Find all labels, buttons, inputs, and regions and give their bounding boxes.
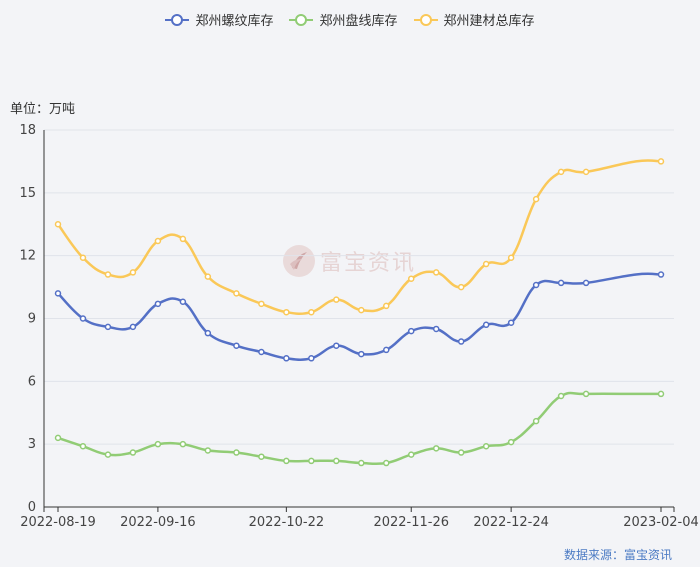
y-tick-label: 0 <box>28 500 36 515</box>
series-2-point <box>507 254 515 262</box>
series-2-point <box>104 271 112 278</box>
series-0-point <box>557 279 565 287</box>
series-2-point <box>407 275 415 282</box>
series-0-point <box>407 327 415 335</box>
series-0-point <box>204 329 212 337</box>
series-0-point <box>258 348 265 356</box>
series-0-point <box>79 315 87 322</box>
series-1-point <box>54 434 62 442</box>
series-1-point <box>407 451 415 458</box>
series-1-point <box>258 453 265 460</box>
series-1-point <box>179 440 187 448</box>
series-2-point <box>482 260 490 268</box>
series-line-1 <box>57 391 661 466</box>
series-1-point <box>308 457 315 465</box>
series-0-point <box>54 290 62 297</box>
series-0-point <box>657 271 665 278</box>
y-tick-label: 3 <box>28 437 36 452</box>
series-1-point <box>582 390 590 398</box>
series-0-point <box>383 346 390 354</box>
series-2-point <box>258 300 265 308</box>
series-1-point <box>532 417 540 425</box>
series-0-point <box>507 319 515 326</box>
series-2-point <box>333 296 340 303</box>
series-2-point <box>154 237 162 245</box>
series-1-point <box>358 459 365 467</box>
series-0-point <box>179 298 187 305</box>
series-1-point <box>383 459 390 467</box>
series-1-point <box>154 440 162 448</box>
series-2-point <box>204 273 212 280</box>
series-2-point <box>233 290 240 297</box>
x-tick-label: 2022-12-24 <box>473 515 549 530</box>
series-0-point <box>308 355 315 362</box>
series-0-point <box>432 325 440 333</box>
x-tick-label: 2022-09-16 <box>120 515 196 530</box>
series-2-point <box>432 269 440 276</box>
series-2-point <box>383 302 390 310</box>
series-2-point <box>457 283 465 291</box>
y-tick-label: 18 <box>19 123 36 138</box>
plot-area: 0 3 6 9 12 15 18 2022-08-19 2022-09-16 2022-10-22… <box>19 123 699 530</box>
series-1-point <box>482 443 490 450</box>
series-2-point <box>358 306 365 314</box>
x-tick-label: 2023-02-04 <box>623 515 699 530</box>
x-tick-label: 2022-10-22 <box>249 515 325 530</box>
series-1-point <box>457 449 465 456</box>
series-0-point <box>104 323 112 331</box>
series-1-point <box>79 443 87 450</box>
series-2-point <box>179 235 187 243</box>
series-2-point <box>54 221 62 228</box>
series-2-point <box>283 308 290 316</box>
y-tick-label: 6 <box>28 374 36 389</box>
series-0-point <box>482 321 490 329</box>
series-0-point <box>129 323 137 331</box>
series-1-point <box>233 449 240 456</box>
y-tick-label: 9 <box>28 312 36 327</box>
series-0-point <box>358 350 365 358</box>
y-tick-label: 15 <box>19 186 36 201</box>
series-2-point <box>582 168 590 176</box>
source-label: 数据来源：富宝资讯 <box>563 548 672 562</box>
series-2-point <box>129 269 137 276</box>
series-1-point <box>204 447 212 454</box>
x-tick-label: 2022-11-26 <box>373 515 449 530</box>
series-1-point <box>657 390 665 398</box>
series-0-point <box>233 342 240 349</box>
series-1-point <box>104 451 112 458</box>
series-1-point <box>129 449 137 456</box>
series-1-point <box>507 438 515 446</box>
x-tick-label: 2022-08-19 <box>20 515 96 530</box>
series-0-point <box>283 355 290 362</box>
series-0-point <box>582 279 590 287</box>
y-tick-label: 12 <box>19 249 36 264</box>
series-2-point <box>532 195 540 203</box>
series-2-point <box>657 158 665 165</box>
series-1-point <box>283 457 290 465</box>
series-line-2 <box>56 159 662 316</box>
series-0-point <box>457 338 465 345</box>
series-0-point <box>532 281 540 289</box>
chart-root: 郑州螺纹库存 郑州盘线库存 郑州建材总库存 单位：万吨 富宝资讯 0 3 6 9 12 1… <box>0 0 700 567</box>
series-2-point <box>79 254 87 262</box>
series-2-point <box>308 308 315 316</box>
series-1-point <box>557 392 565 400</box>
series-2-point <box>557 168 565 176</box>
series-1-point <box>432 445 440 452</box>
series-0-point <box>154 300 162 308</box>
series-1-point <box>333 457 340 465</box>
series-0-point <box>333 342 340 349</box>
series-line-0 <box>57 272 662 361</box>
